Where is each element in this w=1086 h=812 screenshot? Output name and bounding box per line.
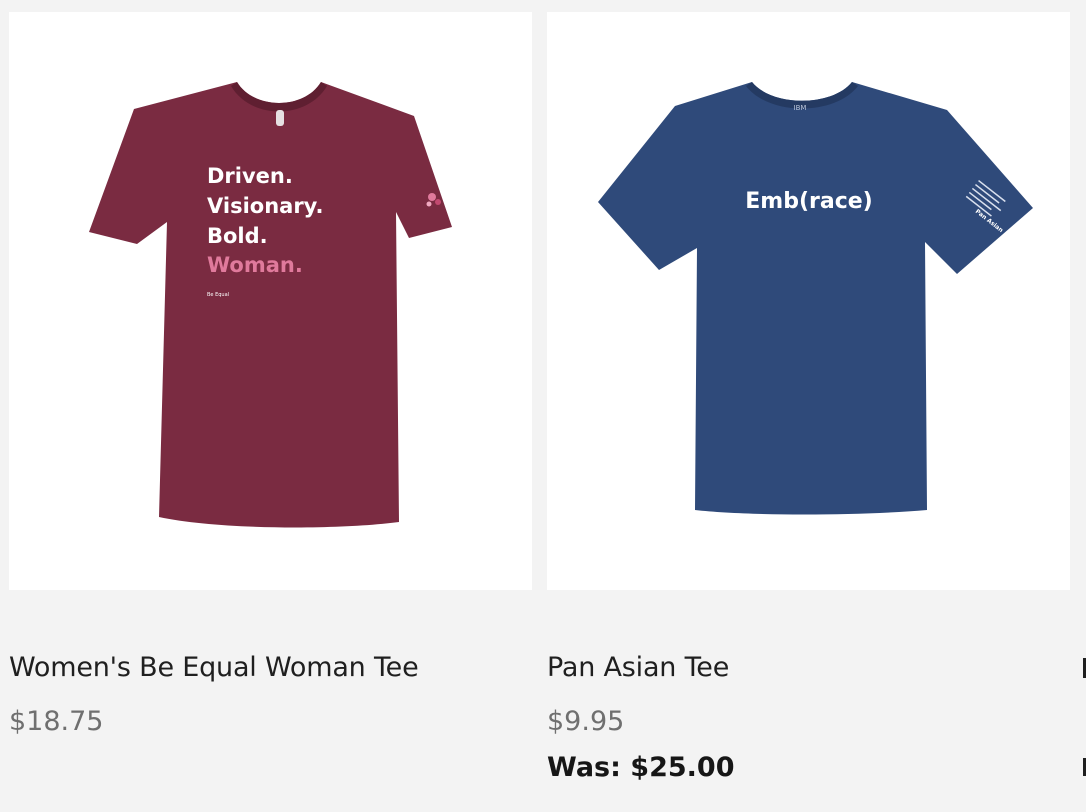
product-card-pan-asian-tee[interactable]: IBM Emb(race) Pan Asian Pan Asian Tee $9…: [547, 12, 1070, 783]
shirt-print-line-2: Visionary.: [207, 194, 323, 218]
shirt-print-line-3: Bold.: [207, 224, 268, 248]
maroon-tshirt-image: Driven. Visionary. Bold. Woman. Be Equal: [89, 82, 452, 528]
shirt-print: Emb(race): [745, 189, 872, 214]
shirt-print-line-1: Driven.: [207, 164, 293, 188]
product-card-womens-be-equal-tee[interactable]: Driven. Visionary. Bold. Woman. Be Equal…: [9, 12, 532, 737]
product-price: $9.95: [547, 706, 625, 737]
collar-logo: IBM: [794, 104, 807, 112]
product-image-pan-asian-tee[interactable]: IBM Emb(race) Pan Asian: [547, 12, 1070, 590]
product-title[interactable]: Pan Asian Tee: [547, 652, 729, 683]
product-title[interactable]: Women's Be Equal Woman Tee: [9, 652, 419, 683]
product-image-womens-be-equal-tee[interactable]: Driven. Visionary. Bold. Woman. Be Equal: [9, 12, 532, 590]
navy-tshirt-image: IBM Emb(race) Pan Asian: [598, 82, 1033, 515]
product-price: $18.75: [9, 706, 104, 737]
product-was-price: Was: $25.00: [547, 752, 735, 783]
shirt-print-line-4: Woman.: [207, 253, 303, 277]
shirt-small-print: Be Equal: [207, 292, 229, 298]
